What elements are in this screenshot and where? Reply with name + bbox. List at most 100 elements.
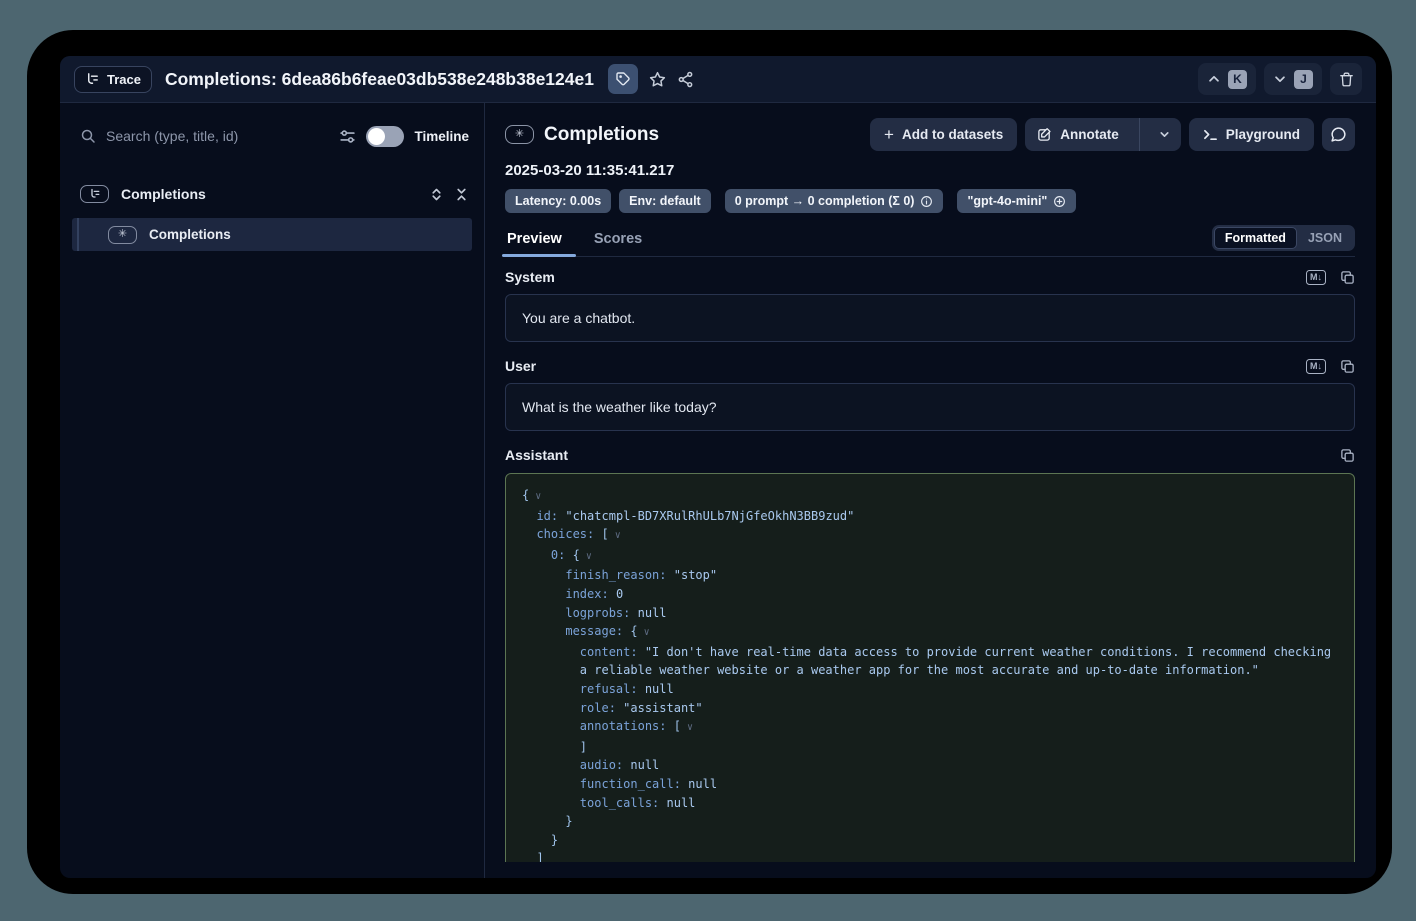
- code-line: 0: {∨: [522, 546, 1338, 567]
- code-line: a reliable weather website or a weather …: [522, 661, 1338, 680]
- copy-icon[interactable]: [1340, 270, 1355, 285]
- trash-icon: [1338, 71, 1355, 88]
- share-icon[interactable]: [677, 71, 694, 88]
- run-detail-panel: ✳ Completions + Add to datasets: [485, 103, 1376, 878]
- code-line: logprobs: null: [522, 604, 1338, 623]
- preview-scroll-area[interactable]: System M↓ You are a chatbot.: [505, 257, 1355, 862]
- llm-run-type-icon: ✳: [505, 125, 534, 144]
- detail-tabs: Preview Scores Formatted JSON: [505, 227, 1355, 257]
- tab-preview[interactable]: Preview: [505, 227, 564, 256]
- window-body: Timeline Completions: [60, 103, 1376, 878]
- timeline-toggle[interactable]: [366, 126, 404, 147]
- tab-scores[interactable]: Scores: [592, 227, 644, 256]
- collapse-toggle-icon[interactable]: ∨: [580, 551, 592, 562]
- code-line: {∨: [522, 486, 1338, 507]
- code-line: content: "I don't have real-time data ac…: [522, 643, 1338, 662]
- code-line: index: 0: [522, 585, 1338, 604]
- code-line: id: "chatcmpl-BD7XRulRhULb7NjGfeOkhN3BB9…: [522, 507, 1338, 526]
- code-line: annotations: [∨: [522, 717, 1338, 738]
- terminal-icon: [1203, 127, 1218, 142]
- code-line: message: {∨: [522, 622, 1338, 643]
- latency-badge: Latency: 0.00s: [505, 189, 611, 213]
- comments-button[interactable]: [1322, 118, 1355, 151]
- title-bar: Trace Completions: 6dea86b6feae03db538e2…: [60, 56, 1376, 103]
- tree-root-label: Completions: [121, 186, 206, 202]
- annotate-button[interactable]: Annotate: [1025, 118, 1131, 151]
- collapse-toggle-icon[interactable]: ∨: [529, 491, 541, 502]
- prev-run-button[interactable]: K: [1198, 63, 1256, 95]
- trace-badge-label: Trace: [107, 72, 141, 87]
- toggle-knob: [368, 128, 385, 145]
- trace-badge: Trace: [74, 66, 152, 93]
- trace-sidebar: Timeline Completions: [60, 103, 485, 878]
- search-icon: [80, 128, 96, 144]
- code-line: }: [522, 812, 1338, 831]
- playground-button[interactable]: Playground: [1189, 118, 1314, 151]
- copy-icon[interactable]: [1340, 359, 1355, 374]
- trace-tree-type-icon: [80, 185, 109, 203]
- run-metadata-badges: Latency: 0.00s Env: default 0 prompt → 0…: [505, 189, 1355, 213]
- user-section-tools: M↓: [1306, 359, 1355, 374]
- collapse-all-icon[interactable]: [454, 187, 469, 202]
- keycap-k: K: [1228, 70, 1247, 89]
- run-header: ✳ Completions + Add to datasets: [505, 118, 1355, 151]
- collapse-toggle-icon[interactable]: ∨: [638, 627, 650, 638]
- titlebar-right-actions: K J: [1198, 63, 1362, 95]
- code-line: audio: null: [522, 756, 1338, 775]
- run-title: Completions: [544, 124, 659, 146]
- collapse-toggle-icon[interactable]: ∨: [681, 722, 693, 733]
- code-line: ]: [522, 738, 1338, 757]
- format-formatted-option[interactable]: Formatted: [1214, 227, 1297, 249]
- code-line: finish_reason: "stop": [522, 566, 1338, 585]
- annotate-pen-icon: [1037, 127, 1052, 142]
- tag-button[interactable]: [608, 64, 638, 94]
- tree-item-completions-run[interactable]: ✳ Completions: [72, 218, 472, 251]
- user-message-box: What is the weather like today?: [505, 383, 1355, 431]
- format-json-option[interactable]: JSON: [1297, 227, 1353, 249]
- chevron-up-icon: [1207, 72, 1221, 86]
- system-section-tools: M↓: [1306, 270, 1355, 285]
- markdown-icon[interactable]: M↓: [1306, 359, 1326, 374]
- system-section-header: System M↓: [505, 269, 1355, 285]
- tree-tools: [429, 187, 469, 202]
- system-role-label: System: [505, 269, 555, 285]
- markdown-icon[interactable]: M↓: [1306, 270, 1326, 285]
- tree-child-label: Completions: [149, 227, 231, 242]
- search-input[interactable]: [106, 128, 329, 144]
- system-message-box: You are a chatbot.: [505, 294, 1355, 342]
- code-line: }: [522, 831, 1338, 850]
- device-frame: Trace Completions: 6dea86b6feae03db538e2…: [27, 30, 1392, 894]
- next-run-button[interactable]: J: [1264, 63, 1322, 95]
- user-section-header: User M↓: [505, 358, 1355, 374]
- code-line: choices: [∨: [522, 525, 1338, 546]
- token-usage-badge: 0 prompt → 0 completion (Σ 0): [725, 189, 944, 213]
- code-line: tool_calls: null: [522, 794, 1338, 813]
- user-role-label: User: [505, 358, 536, 374]
- tree-item-root-completions[interactable]: Completions: [60, 177, 484, 211]
- comment-bubble-icon: [1330, 126, 1347, 143]
- env-badge: Env: default: [619, 189, 711, 213]
- code-line: function_call: null: [522, 775, 1338, 794]
- annotate-menu-button[interactable]: [1148, 118, 1181, 151]
- tag-icon: [615, 71, 631, 87]
- plus-icon: +: [884, 126, 894, 143]
- app-window: Trace Completions: 6dea86b6feae03db538e2…: [60, 56, 1376, 878]
- model-badge: "gpt-4o-mini": [957, 189, 1076, 213]
- code-line: ]: [522, 849, 1338, 862]
- delete-button[interactable]: [1330, 63, 1362, 95]
- code-line: role: "assistant": [522, 699, 1338, 718]
- collapse-toggle-icon[interactable]: ∨: [609, 530, 621, 541]
- add-to-datasets-button[interactable]: + Add to datasets: [870, 118, 1017, 151]
- star-icon[interactable]: [649, 71, 666, 88]
- chevron-down-icon: [1158, 128, 1171, 141]
- run-timestamp: 2025-03-20 11:35:41.217: [505, 162, 1355, 179]
- timeline-toggle-label: Timeline: [414, 129, 469, 144]
- copy-icon[interactable]: [1340, 448, 1355, 463]
- add-filter-icon[interactable]: [1053, 195, 1066, 208]
- assistant-role-label: Assistant: [505, 447, 568, 463]
- trace-tree-icon: [85, 72, 100, 87]
- expand-all-icon[interactable]: [429, 187, 444, 202]
- sidebar-search-row: Timeline: [60, 121, 484, 151]
- filter-icon[interactable]: [339, 128, 356, 145]
- info-icon[interactable]: [920, 195, 933, 208]
